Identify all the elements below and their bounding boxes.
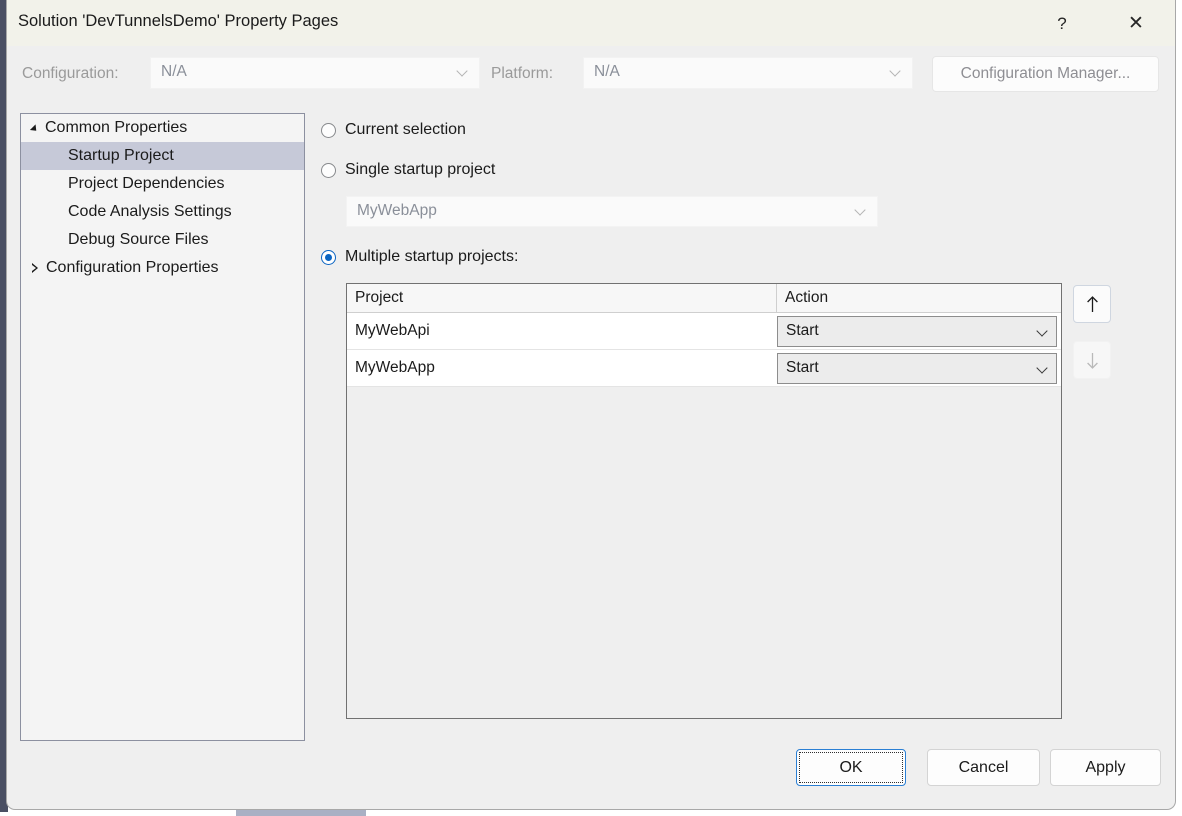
tree-item-label: Configuration Properties bbox=[46, 259, 219, 277]
tree-item-label: Common Properties bbox=[45, 119, 187, 137]
single-startup-project-value: MyWebApp bbox=[357, 202, 437, 220]
startup-project-pane: Current selection Single startup project… bbox=[315, 113, 1165, 741]
radio-multiple-startup-projects[interactable]: Multiple startup projects: bbox=[321, 248, 518, 266]
arrow-up-icon bbox=[1084, 295, 1101, 314]
screen: Solution 'DevTunnelsDemo' Property Pages… bbox=[0, 0, 1182, 816]
property-pages-dialog: Solution 'DevTunnelsDemo' Property Pages… bbox=[6, 0, 1176, 810]
configuration-manager-button[interactable]: Configuration Manager... bbox=[932, 56, 1159, 92]
column-header-project[interactable]: Project bbox=[347, 284, 777, 312]
move-down-button[interactable] bbox=[1073, 341, 1111, 379]
close-button[interactable]: ✕ bbox=[1113, 0, 1159, 46]
radio-label: Multiple startup projects: bbox=[345, 248, 518, 266]
tree-item-label: Debug Source Files bbox=[68, 231, 209, 249]
close-icon: ✕ bbox=[1128, 14, 1144, 33]
apply-button-label: Apply bbox=[1085, 759, 1125, 777]
chevron-down-icon bbox=[1038, 364, 1046, 372]
column-header-action[interactable]: Action bbox=[777, 284, 1061, 312]
ok-button[interactable]: OK bbox=[796, 749, 906, 786]
move-up-button[interactable] bbox=[1073, 285, 1111, 323]
table-row[interactable]: MyWebApp Start bbox=[347, 350, 1061, 387]
tree-item-project-dependencies[interactable]: Project Dependencies bbox=[21, 170, 304, 198]
properties-tree[interactable]: Common Properties Startup Project Projec… bbox=[20, 113, 305, 741]
arrow-down-icon bbox=[1084, 351, 1101, 370]
cell-action: Start bbox=[777, 313, 1061, 349]
grid-header-row: Project Action bbox=[347, 284, 1061, 313]
action-value: Start bbox=[778, 359, 819, 377]
tree-item-label: Code Analysis Settings bbox=[68, 203, 232, 221]
tree-item-configuration-properties[interactable]: Configuration Properties bbox=[21, 254, 304, 282]
single-startup-project-combobox[interactable]: MyWebApp bbox=[346, 196, 878, 227]
help-question-icon: ? bbox=[1057, 15, 1066, 32]
radio-current-selection[interactable]: Current selection bbox=[321, 121, 466, 139]
vs-shell-bottom-edge bbox=[0, 812, 1182, 816]
tree-item-code-analysis-settings[interactable]: Code Analysis Settings bbox=[21, 198, 304, 226]
radio-single-startup-project[interactable]: Single startup project bbox=[321, 161, 495, 179]
radio-icon-selected bbox=[321, 250, 336, 265]
dialog-titlebar: Solution 'DevTunnelsDemo' Property Pages… bbox=[7, 0, 1175, 46]
chevron-down-icon bbox=[855, 206, 866, 217]
cell-project-name: MyWebApp bbox=[347, 350, 777, 386]
platform-combobox[interactable]: N/A bbox=[583, 57, 913, 89]
action-combobox[interactable]: Start bbox=[777, 316, 1057, 347]
platform-value: N/A bbox=[594, 63, 620, 81]
expander-expanded-icon[interactable] bbox=[30, 124, 39, 133]
dialog-footer: OK Cancel Apply bbox=[7, 741, 1175, 809]
tree-item-label: Startup Project bbox=[68, 147, 174, 165]
tree-item-startup-project[interactable]: Startup Project bbox=[21, 142, 304, 170]
vs-shell-tab-hint bbox=[236, 810, 366, 816]
tree-item-label: Project Dependencies bbox=[68, 175, 225, 193]
radio-label: Current selection bbox=[345, 121, 466, 139]
configuration-combobox[interactable]: N/A bbox=[150, 57, 480, 89]
help-button[interactable]: ? bbox=[1039, 0, 1085, 46]
action-value: Start bbox=[778, 322, 819, 340]
configuration-manager-label: Configuration Manager... bbox=[961, 65, 1131, 83]
chevron-down-icon bbox=[890, 67, 901, 78]
apply-button[interactable]: Apply bbox=[1050, 749, 1161, 786]
platform-label: Platform: bbox=[491, 65, 553, 83]
expander-collapsed-icon[interactable] bbox=[32, 263, 38, 273]
configuration-bar: Configuration: N/A Platform: N/A Configu… bbox=[7, 46, 1175, 104]
tree-item-common-properties[interactable]: Common Properties bbox=[21, 114, 304, 142]
chevron-down-icon bbox=[457, 67, 468, 78]
dialog-title: Solution 'DevTunnelsDemo' Property Pages bbox=[18, 12, 338, 31]
cancel-button-label: Cancel bbox=[959, 759, 1009, 777]
startup-projects-grid[interactable]: Project Action MyWebApi Start MyWebApp bbox=[346, 283, 1062, 719]
table-row[interactable]: MyWebApi Start bbox=[347, 313, 1061, 350]
radio-icon bbox=[321, 123, 336, 138]
radio-label: Single startup project bbox=[345, 161, 495, 179]
tree-item-debug-source-files[interactable]: Debug Source Files bbox=[21, 226, 304, 254]
configuration-label: Configuration: bbox=[22, 65, 119, 83]
cell-project-name: MyWebApi bbox=[347, 313, 777, 349]
radio-icon bbox=[321, 163, 336, 178]
cancel-button[interactable]: Cancel bbox=[927, 749, 1040, 786]
cell-action: Start bbox=[777, 350, 1061, 386]
ok-button-label: OK bbox=[839, 759, 862, 777]
chevron-down-icon bbox=[1038, 327, 1046, 335]
action-combobox[interactable]: Start bbox=[777, 353, 1057, 384]
configuration-value: N/A bbox=[161, 63, 187, 81]
